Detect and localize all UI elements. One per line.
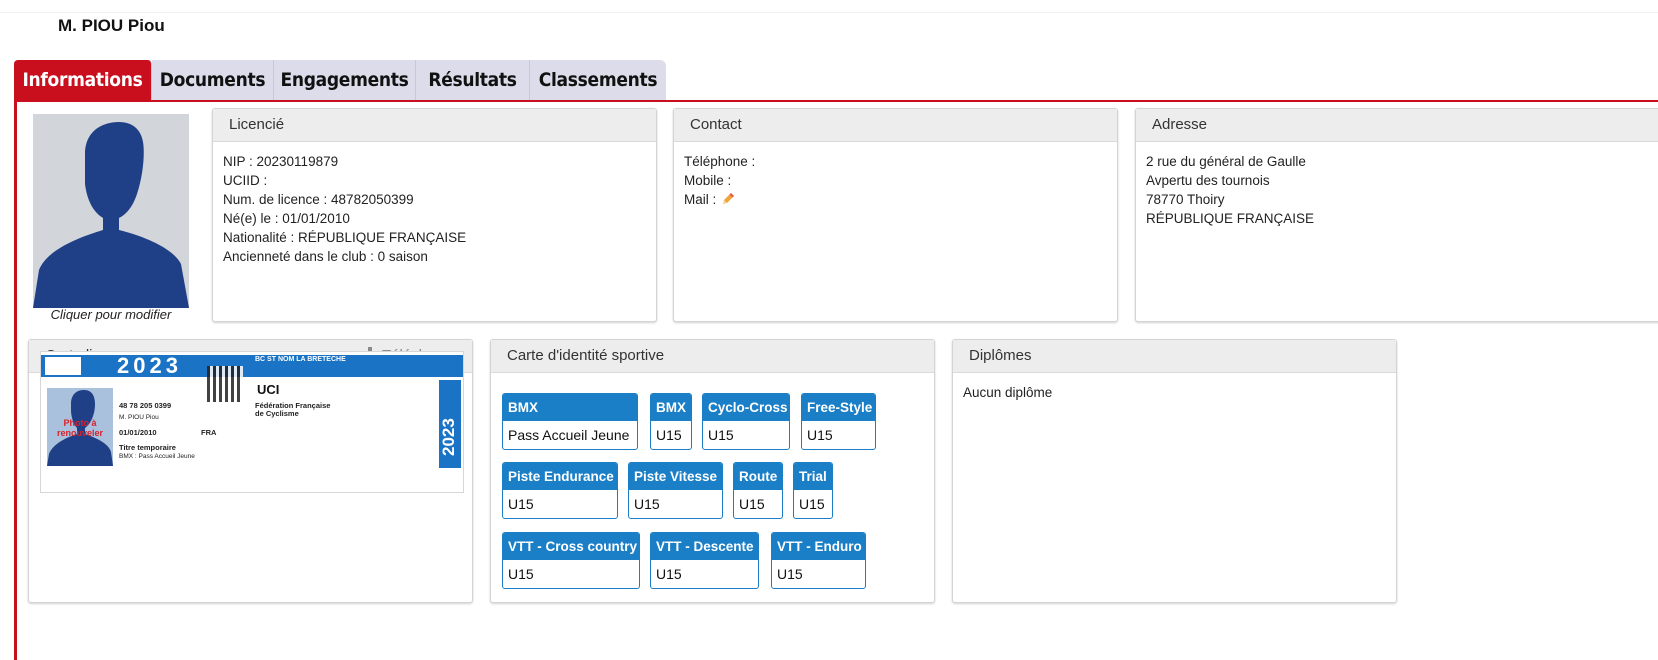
badge-level: U15 [739,496,765,512]
carte-licence-panel: Carte licence Télécharger 2023 BC ST NOM… [28,339,473,603]
badge-vtt-cross-country: VTT - Cross country U15 [502,532,640,589]
birthdate-line: Né(e) le : 01/01/2010 [223,211,350,226]
seniority-line: Ancienneté dans le club : 0 saison [223,249,428,264]
badge-discipline: BMX [651,394,691,421]
badge-trial: Trial U15 [793,462,833,519]
nationality-line: Nationalité : RÉPUBLIQUE FRANÇAISE [223,230,467,245]
badge-level: U15 [656,566,682,582]
badge-discipline: VTT - Cross country [503,533,639,560]
tab-engagements[interactable]: Engagements [274,60,416,101]
card-licence-no: 48 78 205 0399 [119,401,172,410]
card-qr-code [207,366,243,402]
nip-line: NIP : 20230119879 [223,154,339,169]
badge-discipline: BMX [503,394,637,421]
mail-line: Mail : [684,190,1107,212]
tab-bar: Informations Documents Engagements Résul… [14,60,666,101]
card-renew-text: Photo à renouveler [56,418,104,438]
badge-discipline: Piste Endurance [503,463,617,490]
badge-level: U15 [634,496,660,512]
address-line-2: Avpertu des tournois [1146,173,1270,188]
diplomes-empty-text: Aucun diplôme [963,385,1053,400]
badge-vtt-enduro: VTT - Enduro U15 [771,532,866,589]
licencie-body: NIP : 20230119879 UCIID : Num. de licenc… [213,142,656,276]
card-title-line: Titre temporaire [119,443,176,452]
card-category: BMX : Pass Accueil Jeune [119,453,195,460]
card-year: 2023 [117,353,182,378]
top-divider [0,12,1658,13]
licence-number-line: Num. de licence : 48782050399 [223,192,414,207]
pencil-icon[interactable] [720,191,736,212]
address-line-4: RÉPUBLIQUE FRANÇAISE [1146,211,1315,226]
adresse-body: 2 rue du général de Gaulle Avpertu des t… [1136,142,1658,238]
badge-level: U15 [508,566,534,582]
badge-level: U15 [708,427,734,443]
badge-level: U15 [656,427,682,443]
address-line-3: 78770 Thoiry [1146,192,1225,207]
badge-discipline: VTT - Descente [651,533,758,560]
badge-discipline: Free-Style [802,394,875,421]
card-uci-logo: UCI [257,382,280,397]
adresse-title: Adresse [1136,109,1658,142]
badge-piste-endurance: Piste Endurance U15 [502,462,618,519]
card-federation: Fédération Française de Cyclisme [255,401,331,418]
badge-discipline: VTT - Enduro [772,533,865,560]
card-band [41,355,463,377]
licencie-panel: Licencié NIP : 20230119879 UCIID : Num. … [212,108,657,322]
badge-level: U15 [777,566,803,582]
contact-title: Contact [674,109,1117,142]
adresse-panel: Adresse 2 rue du général de Gaulle Avper… [1135,108,1658,322]
badge-vtt-descente: VTT - Descente U15 [650,532,759,589]
card-federation-logo [45,357,81,375]
badge-level: U15 [807,427,833,443]
avatar-silhouette-icon [33,122,189,308]
tab-resultats[interactable]: Résultats [416,60,530,101]
uciid-line: UCIID : [223,173,268,188]
phone-line: Téléphone : [684,154,756,169]
carte-identite-title: Carte d'identité sportive [491,340,934,373]
diplomes-panel: Diplômes Aucun diplôme [952,339,1397,603]
badge-route: Route U15 [733,462,783,519]
contact-panel: Contact Téléphone : Mobile : Mail : [673,108,1118,322]
address-line-1: 2 rue du général de Gaulle [1146,154,1306,169]
badge-free-style: Free-Style U15 [801,393,876,450]
mobile-line: Mobile : [684,173,732,188]
badge-level: U15 [508,496,534,512]
card-birth: 01/01/2010 [119,428,157,437]
person-name: M. PIOU Piou [58,16,165,35]
card-vertical-year: 2023 [439,418,458,456]
badge-discipline: Piste Vitesse [629,463,722,490]
diplomes-title: Diplômes [953,340,1396,373]
card-nationality: FRA [201,428,217,437]
badge-discipline: Trial [794,463,832,490]
badge-bmx-accueil: BMX Pass Accueil Jeune [502,393,638,450]
licencie-title: Licencié [213,109,656,142]
badge-discipline: Route [734,463,782,490]
photo-caption[interactable]: Cliquer pour modifier [33,307,189,322]
tab-informations[interactable]: Informations [14,60,152,101]
badge-discipline: Cyclo-Cross [703,394,789,421]
diplomes-body: Aucun diplôme [953,373,1396,412]
contact-body: Téléphone : Mobile : Mail : [674,142,1117,222]
badge-piste-vitesse: Piste Vitesse U15 [628,462,723,519]
badge-cyclo-cross: Cyclo-Cross U15 [702,393,790,450]
card-club: BC ST NOM LA BRETECHE [255,356,346,363]
mail-label: Mail : [684,192,717,207]
card-name: M. PIOU Piou [119,414,159,421]
profile-photo[interactable] [33,114,189,308]
tab-classements[interactable]: Classements [530,60,666,101]
badge-level: Pass Accueil Jeune [508,427,630,443]
tab-documents[interactable]: Documents [152,60,274,101]
licence-card-image: 2023 BC ST NOM LA BRETECHE Photo à renou… [40,351,464,493]
badge-level: U15 [799,496,825,512]
badge-bmx: BMX U15 [650,393,692,450]
